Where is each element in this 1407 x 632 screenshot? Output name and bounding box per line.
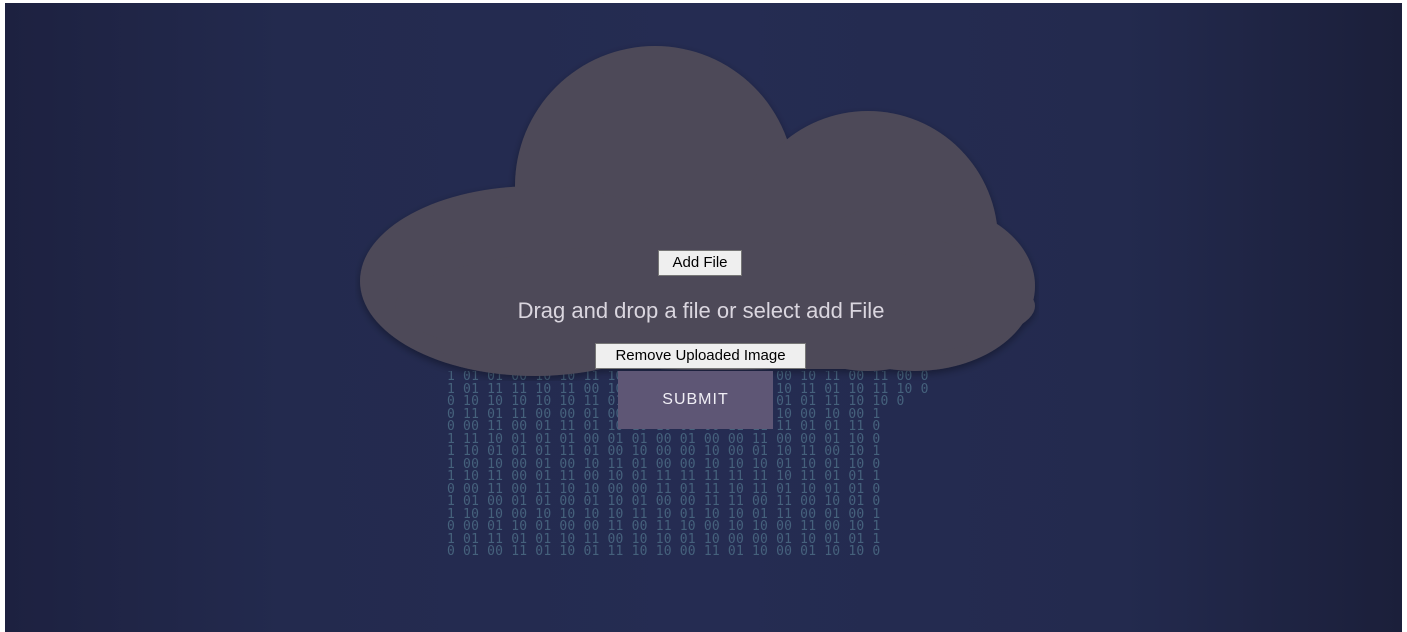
app-background: 1 01 01 00 10 10 11 10 11 00 01 11 01 01… [5, 3, 1402, 632]
drop-zone[interactable]: Add File Drag and drop a file or select … [355, 41, 1039, 381]
remove-uploaded-image-button[interactable]: Remove Uploaded Image [595, 343, 806, 369]
add-file-button[interactable]: Add File [658, 250, 742, 276]
drop-hint: Drag and drop a file or select add File [517, 298, 885, 323]
submit-button[interactable]: SUBMIT [618, 371, 773, 429]
binary-rain-line: 0 01 00 11 01 10 01 11 10 10 00 11 01 10… [447, 544, 881, 559]
